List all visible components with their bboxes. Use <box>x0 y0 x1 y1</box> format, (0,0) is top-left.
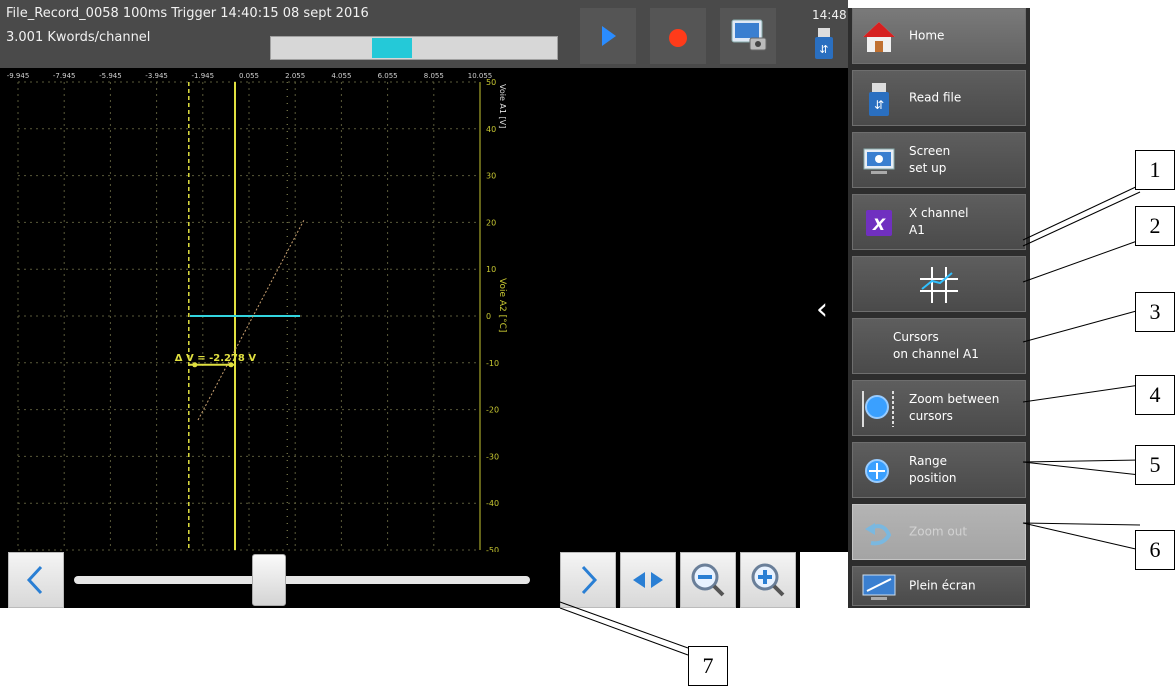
callout-4: 4 <box>1135 375 1175 415</box>
callout-3: 3 <box>1135 292 1175 332</box>
callout-6: 6 <box>1135 530 1175 570</box>
callout-leaders <box>559 184 1141 656</box>
callout-2: 2 <box>1135 206 1175 246</box>
callout-1: 1 <box>1135 150 1175 190</box>
callout-5: 5 <box>1135 445 1175 485</box>
callout-7: 7 <box>688 646 728 686</box>
